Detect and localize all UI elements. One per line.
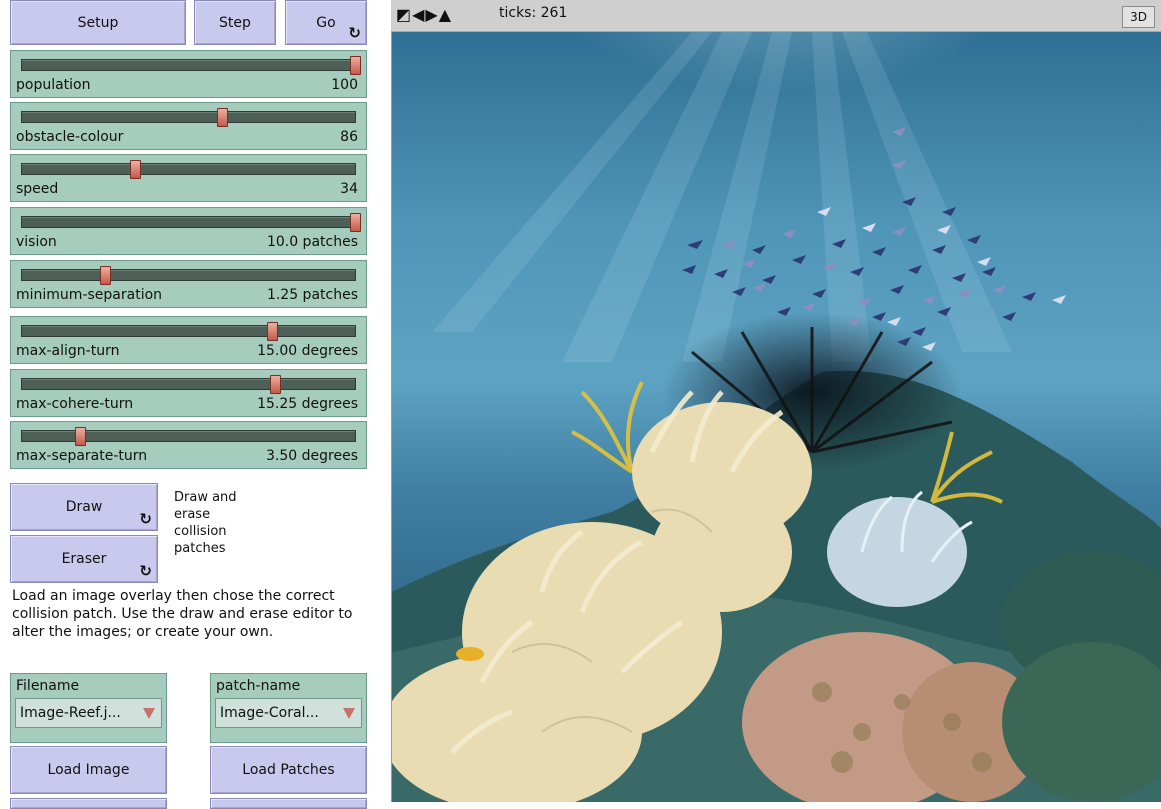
slider-track[interactable] [21, 427, 356, 446]
slider-obstacle-colour[interactable]: obstacle-colour 86 [10, 102, 367, 150]
slider-knob[interactable] [350, 56, 361, 75]
slider-knob[interactable] [266, 322, 278, 341]
instructions-note: Load an image overlay then chose the cor… [12, 588, 353, 640]
eraser-button-label: Eraser [61, 551, 107, 567]
slider-knob[interactable] [130, 160, 142, 179]
slider-track[interactable] [21, 108, 356, 127]
draw-button[interactable]: Draw ↻ [10, 483, 158, 531]
slider-track[interactable] [21, 160, 356, 179]
step-button[interactable]: Step [194, 0, 276, 45]
slider-label: max-align-turn [16, 343, 120, 359]
setup-button-label: Setup [77, 14, 119, 31]
patch-name-chooser-label: patch-name [216, 678, 301, 694]
slider-knob[interactable] [270, 375, 282, 394]
3d-button-label: 3D [1130, 10, 1147, 24]
step-button-label: Step [219, 14, 251, 31]
forever-icon: ↻ [139, 562, 152, 580]
filename-select[interactable]: Image-Reef.j... [15, 698, 162, 728]
slider-knob[interactable] [100, 266, 112, 285]
slider-track[interactable] [21, 375, 356, 394]
go-button[interactable]: Go ↻ [285, 0, 367, 45]
dropdown-arrow-icon [343, 708, 355, 719]
reef-scene [392, 32, 1161, 802]
draw-erase-note: Draw and erase collision patches [174, 490, 237, 556]
slider-knob[interactable] [75, 427, 87, 446]
slider-vision[interactable]: vision 10.0 patches [10, 207, 367, 255]
slider-label: vision [16, 234, 57, 250]
patch-name-chooser[interactable]: patch-name Image-Coral... [210, 673, 367, 743]
3d-view-button[interactable]: 3D [1122, 6, 1155, 28]
view-toolbar: ◩◀▶▲ ticks: 261 3D [391, 0, 1161, 32]
slider-max-align-turn[interactable]: max-align-turn 15.00 degrees [10, 316, 367, 364]
eraser-button[interactable]: Eraser ↻ [10, 535, 158, 583]
draw-button-label: Draw [65, 499, 103, 515]
slider-value: 3.50 degrees [266, 448, 358, 464]
slider-max-cohere-turn[interactable]: max-cohere-turn 15.25 degrees [10, 369, 367, 417]
slider-value: 34 [340, 181, 358, 197]
slider-value: 15.25 degrees [257, 396, 358, 412]
load-image-button-label: Load Image [47, 762, 130, 778]
slider-label: minimum-separation [16, 287, 163, 303]
slider-track[interactable] [21, 213, 361, 232]
slider-value: 15.00 degrees [257, 343, 358, 359]
slider-value: 86 [340, 129, 358, 145]
setup-button[interactable]: Setup [10, 0, 186, 45]
slider-speed[interactable]: speed 34 [10, 154, 367, 202]
slider-label: speed [16, 181, 59, 197]
dropdown-arrow-icon [143, 708, 155, 719]
slider-track[interactable] [21, 266, 356, 285]
slider-label: population [16, 77, 91, 93]
slider-label: max-separate-turn [16, 448, 148, 464]
slider-value: 1.25 patches [266, 287, 358, 303]
patch-name-select[interactable]: Image-Coral... [215, 698, 362, 728]
filename-chooser[interactable]: Filename Image-Reef.j... [10, 673, 167, 743]
slider-knob[interactable] [216, 108, 228, 127]
slider-label: obstacle-colour [16, 129, 124, 145]
filename-value: Image-Reef.j... [20, 705, 121, 721]
slider-value: 100 [331, 77, 358, 93]
slider-track[interactable] [21, 322, 356, 341]
world-view[interactable] [391, 32, 1161, 802]
slider-population[interactable]: population 100 [10, 50, 367, 98]
go-button-label: Go [316, 14, 336, 31]
slider-value: 10.0 patches [266, 234, 358, 250]
forever-icon: ↻ [348, 24, 361, 42]
tick-counter: ticks: 261 [499, 5, 568, 21]
slider-max-separate-turn[interactable]: max-separate-turn 3.50 degrees [10, 421, 367, 469]
load-patches-button[interactable]: Load Patches [210, 746, 367, 794]
extra-button-left[interactable] [10, 798, 167, 809]
forever-icon: ↻ [139, 510, 152, 528]
slider-minimum-separation[interactable]: minimum-separation 1.25 patches [10, 260, 367, 308]
load-patches-button-label: Load Patches [242, 762, 335, 778]
slider-knob[interactable] [350, 213, 361, 232]
view-resize-icons[interactable]: ◩◀▶▲ [396, 5, 452, 24]
filename-chooser-label: Filename [16, 678, 80, 694]
extra-button-right[interactable] [210, 798, 367, 809]
patch-name-value: Image-Coral... [220, 705, 319, 721]
slider-label: max-cohere-turn [16, 396, 134, 412]
load-image-button[interactable]: Load Image [10, 746, 167, 794]
slider-track[interactable] [21, 56, 361, 75]
